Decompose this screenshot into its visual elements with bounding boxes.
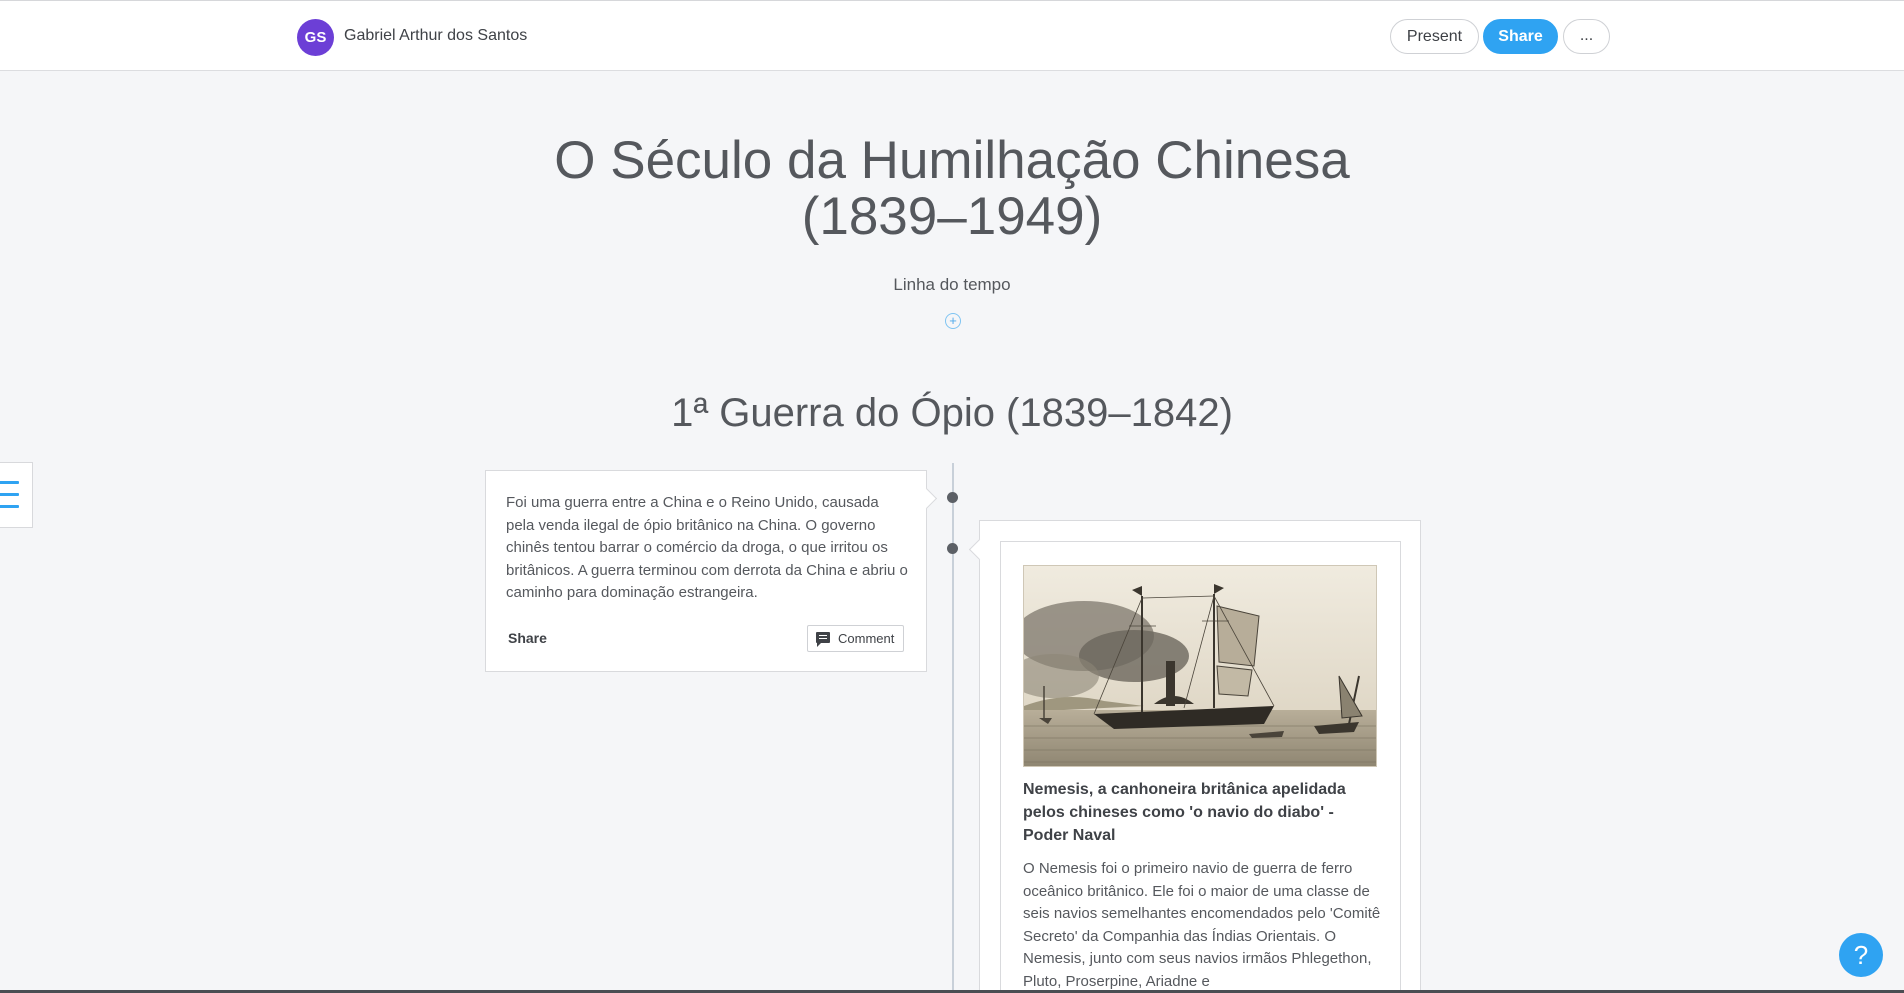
timeline-card-text[interactable]: Foi uma guerra entre a China e o Reino U… — [485, 470, 927, 672]
comment-button[interactable]: Comment — [807, 625, 904, 652]
page-title-line2: (1839–1949) — [801, 187, 1103, 246]
section-title: 1ª Guerra do Ópio (1839–1842) — [671, 391, 1233, 435]
top-bar: GS Gabriel Arthur dos Santos Present Sha… — [0, 0, 1904, 71]
page-title: O Século da Humilhação Chinesa (1839–194… — [452, 133, 1452, 245]
present-button[interactable]: Present — [1390, 19, 1479, 54]
timeline-card-media[interactable]: Nemesis, a canhoneira britânica apelidad… — [979, 520, 1421, 993]
plus-circle-icon[interactable]: + — [945, 313, 961, 329]
menu-icon[interactable] — [0, 462, 33, 528]
page-title-line1: O Século da Humilhação Chinesa — [554, 131, 1350, 190]
card-share-link[interactable]: Share — [508, 630, 547, 646]
media-description: O Nemesis foi o primeiro navio de guerra… — [1023, 860, 1381, 990]
avatar[interactable]: GS — [297, 19, 334, 56]
media-preview[interactable]: Nemesis, a canhoneira britânica apelidad… — [1000, 541, 1401, 993]
media-title[interactable]: Nemesis, a canhoneira britânica apelidad… — [1023, 778, 1383, 847]
timeline-dot — [947, 543, 958, 554]
page-subtitle: Linha do tempo — [893, 275, 1011, 294]
ship-engraving-image[interactable] — [1023, 565, 1377, 767]
timeline-dot — [947, 492, 958, 503]
more-options-button[interactable]: ... — [1563, 19, 1610, 54]
share-button[interactable]: Share — [1483, 19, 1558, 54]
author-name[interactable]: Gabriel Arthur dos Santos — [344, 27, 527, 45]
comment-button-label: Comment — [838, 631, 895, 646]
card-text: Foi uma guerra entre a China e o Reino U… — [506, 494, 908, 601]
comment-icon — [816, 632, 830, 647]
help-button[interactable]: ? — [1839, 933, 1883, 977]
